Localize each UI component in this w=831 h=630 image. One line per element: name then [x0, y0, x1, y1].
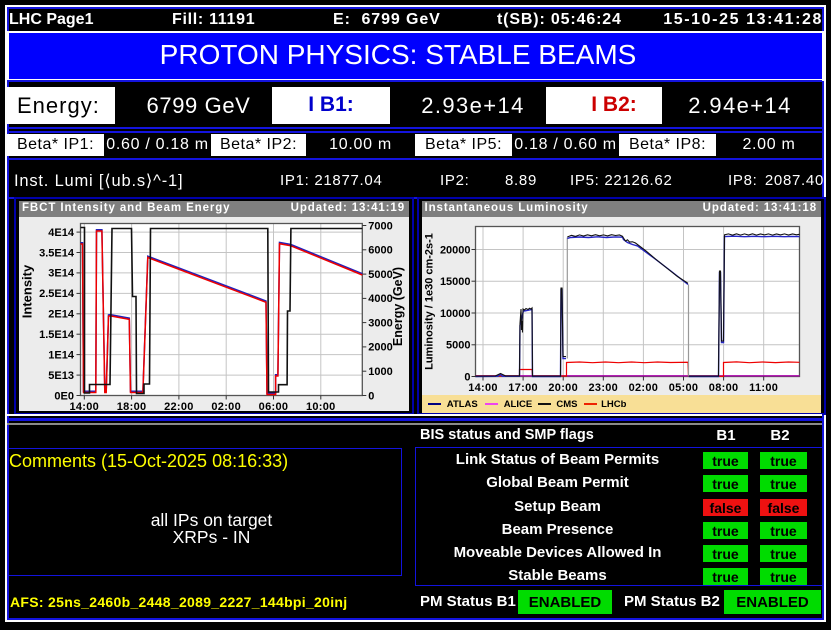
- svg-text:0: 0: [368, 390, 374, 402]
- svg-text:Luminosity / 1e30 cm-2s-1: Luminosity / 1e30 cm-2s-1: [423, 233, 435, 370]
- svg-text:06:00: 06:00: [259, 401, 289, 413]
- svg-text:02:00: 02:00: [628, 381, 658, 393]
- svg-text:10000: 10000: [439, 307, 470, 319]
- svg-text:7000: 7000: [368, 220, 392, 232]
- svg-text:23:00: 23:00: [588, 381, 618, 393]
- svg-text:6000: 6000: [368, 244, 392, 256]
- svg-text:3E14: 3E14: [48, 267, 75, 279]
- svg-text:2.5E14: 2.5E14: [39, 288, 75, 300]
- svg-text:14:00: 14:00: [69, 401, 99, 413]
- svg-text:08:00: 08:00: [708, 381, 738, 393]
- svg-text:20000: 20000: [439, 244, 470, 256]
- svg-text:5E13: 5E13: [48, 369, 74, 381]
- svg-text:4E14: 4E14: [48, 226, 75, 238]
- svg-text:3000: 3000: [368, 317, 392, 329]
- svg-text:4000: 4000: [368, 293, 392, 305]
- svg-text:1E14: 1E14: [48, 349, 75, 361]
- svg-text:1000: 1000: [368, 366, 392, 378]
- svg-text:Intensity: Intensity: [20, 264, 35, 318]
- svg-text:Energy (GeV): Energy (GeV): [391, 266, 405, 345]
- svg-text:14:00: 14:00: [468, 381, 498, 393]
- svg-text:15000: 15000: [439, 275, 470, 287]
- svg-text:18:00: 18:00: [117, 401, 147, 413]
- svg-text:5000: 5000: [368, 268, 392, 280]
- svg-text:20:00: 20:00: [548, 381, 578, 393]
- svg-text:2000: 2000: [368, 341, 392, 353]
- svg-text:5000: 5000: [446, 339, 470, 351]
- svg-text:05:00: 05:00: [668, 381, 698, 393]
- svg-text:3.5E14: 3.5E14: [39, 247, 75, 259]
- svg-text:22:00: 22:00: [164, 401, 194, 413]
- svg-text:1.5E14: 1.5E14: [39, 329, 75, 341]
- svg-text:02:00: 02:00: [211, 401, 241, 413]
- svg-text:10:00: 10:00: [306, 401, 336, 413]
- svg-text:2E14: 2E14: [48, 308, 75, 320]
- svg-text:11:00: 11:00: [749, 381, 778, 393]
- svg-text:17:00: 17:00: [508, 381, 538, 393]
